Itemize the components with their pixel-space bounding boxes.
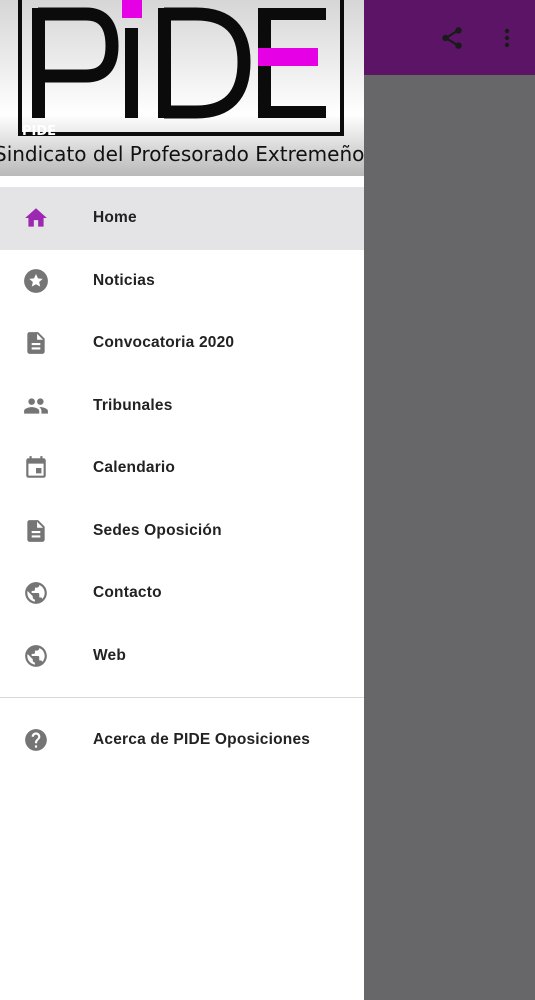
- menu-item-label: Web: [93, 646, 127, 664]
- home-icon: [22, 204, 50, 232]
- menu-item-label: Tribunales: [93, 396, 173, 414]
- more-vert-icon[interactable]: [491, 22, 523, 54]
- logo-caption: PIDE: [22, 124, 57, 139]
- calendar-icon: [22, 454, 50, 482]
- document-icon: [22, 517, 50, 545]
- menu-divider: [0, 697, 364, 698]
- share-icon[interactable]: [436, 22, 468, 54]
- drawer-menu: Home Noticias Convocatoria 2020 Tribunal…: [0, 187, 364, 687]
- about-label: Acerca de PIDE Oposiciones: [93, 731, 311, 748]
- menu-item-sedes[interactable]: Sedes Oposición: [0, 500, 364, 563]
- menu-item-label: Home: [93, 209, 137, 227]
- menu-item-home[interactable]: Home: [0, 187, 364, 250]
- globe-icon: [22, 579, 50, 607]
- globe-icon: [22, 642, 50, 670]
- menu-item-convocatoria[interactable]: Convocatoria 2020: [0, 312, 364, 375]
- menu-item-label: Convocatoria 2020: [93, 334, 235, 352]
- menu-item-label: Calendario: [93, 459, 176, 477]
- navigation-drawer: PIDE Sindicato del Profesorado Extremeño…: [0, 0, 364, 1000]
- menu-item-calendario[interactable]: Calendario: [0, 437, 364, 500]
- header-subtitle: Sindicato del Profesorado Extremeño: [0, 142, 364, 166]
- menu-item-tribunales[interactable]: Tribunales: [0, 375, 364, 438]
- menu-item-label: Sedes Oposición: [93, 521, 222, 539]
- people-icon: [22, 392, 50, 420]
- document-icon: [22, 329, 50, 357]
- star-icon: [22, 267, 50, 295]
- menu-item-contacto[interactable]: Contacto: [0, 562, 364, 625]
- drawer-header: PIDE Sindicato del Profesorado Extremeño: [0, 0, 364, 176]
- menu-item-noticias[interactable]: Noticias: [0, 250, 364, 313]
- help-icon: [22, 726, 50, 754]
- menu-item-label: Noticias: [93, 271, 155, 289]
- menu-item-label: Contacto: [93, 584, 162, 602]
- menu-item-web[interactable]: Web: [0, 625, 364, 688]
- menu-item-about[interactable]: Acerca de PIDE Oposiciones: [0, 709, 364, 771]
